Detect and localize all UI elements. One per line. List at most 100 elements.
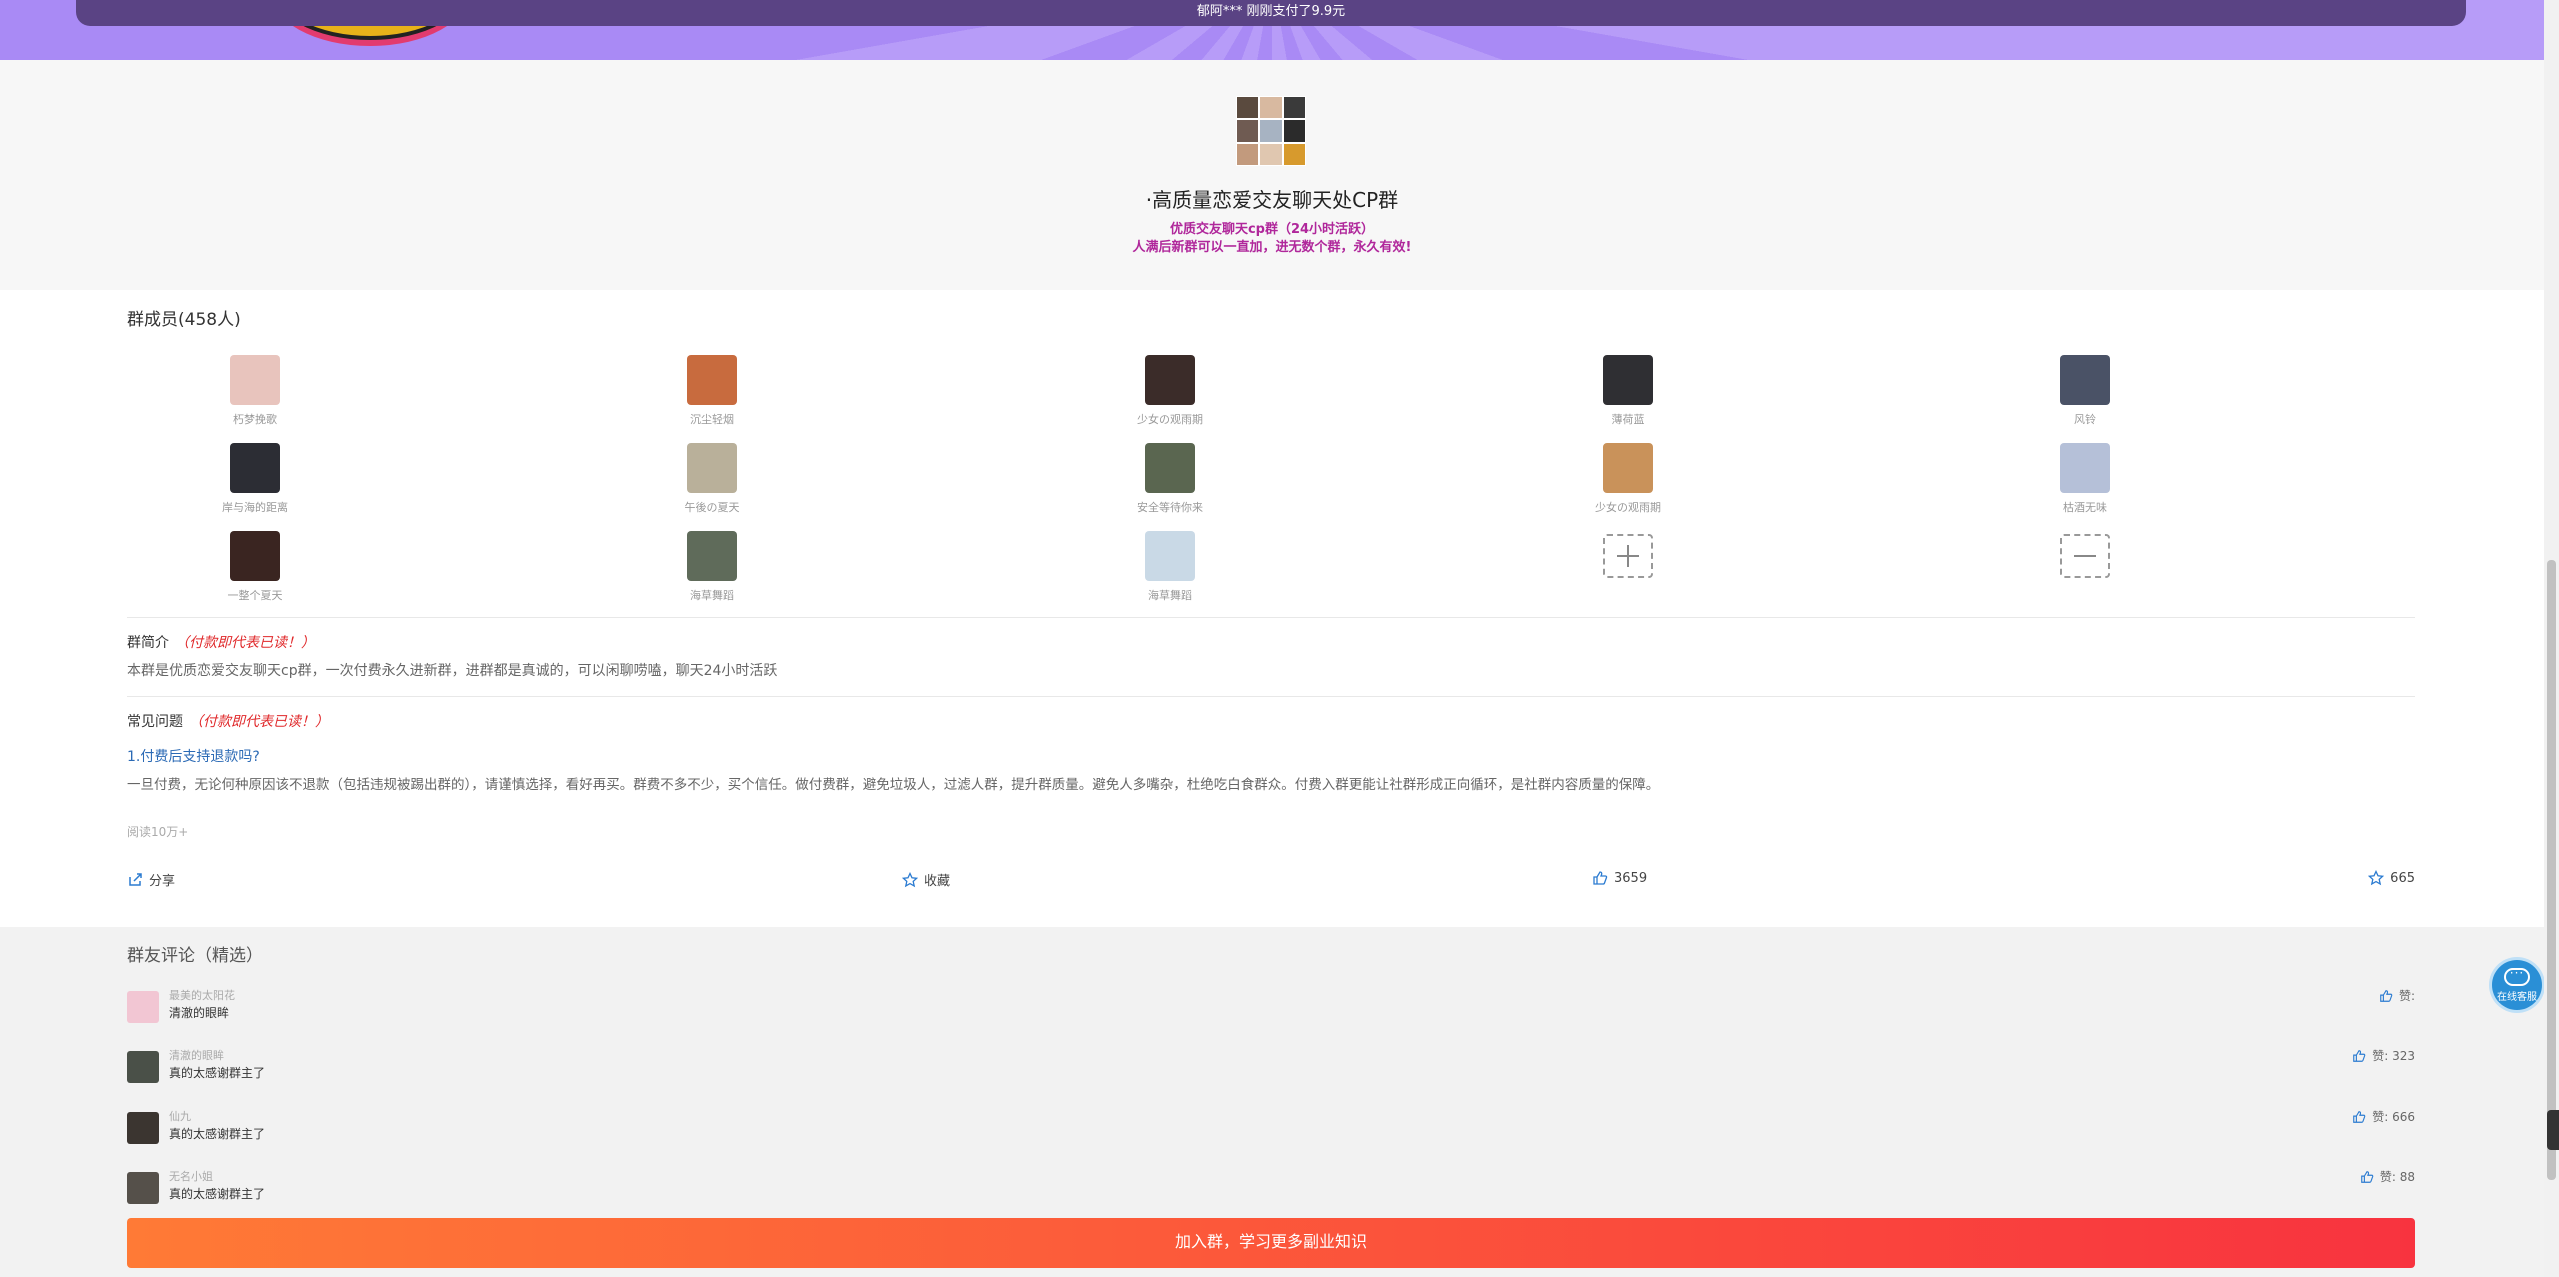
- member-item[interactable]: 少女の观雨期: [1528, 443, 1728, 515]
- members-title: 群成员(458人): [127, 310, 241, 330]
- star-count-button[interactable]: 665: [2368, 870, 2415, 886]
- group-avatar-tile: [1237, 97, 1259, 119]
- comment-like-button[interactable]: 赞: 323: [2352, 1047, 2415, 1064]
- group-avatar-tile: [1283, 143, 1305, 165]
- member-avatar: [1603, 443, 1653, 493]
- faq-question[interactable]: 1.付费后支持退款吗?: [127, 746, 260, 766]
- faq-label: 常见问题: [127, 714, 183, 730]
- member-item[interactable]: 风铃: [1985, 355, 2185, 427]
- plus-icon: [1603, 534, 1653, 578]
- member-avatar: [2060, 355, 2110, 405]
- member-avatar: [1145, 443, 1195, 493]
- group-subtitle: 优质交友聊天cp群（24小时活跃）: [1169, 222, 1375, 237]
- comment-like-count: 赞:: [2398, 989, 2415, 1003]
- group-title: ·高质量恋爱交友聊天处CP群: [1145, 188, 1399, 212]
- comment-like-button[interactable]: 赞: 666: [2352, 1108, 2415, 1125]
- member-item[interactable]: 海草舞蹈: [1070, 531, 1270, 603]
- member-avatar: [230, 355, 280, 405]
- thumbs-up-icon: [1593, 871, 1608, 885]
- group-avatar-tile: [1260, 97, 1282, 119]
- group-avatar-tile: [1260, 120, 1282, 142]
- commenter-avatar: [127, 991, 159, 1023]
- commenter-name: 无名小姐: [169, 1170, 213, 1183]
- intro-heading: 群简介 （付款即代表已读！）: [127, 632, 315, 652]
- group-avatar-tile: [1283, 120, 1305, 142]
- comment-item: 无名小姐 真的太感谢群主了 赞: 88: [127, 1168, 2415, 1208]
- member-item[interactable]: 朽梦挽歌: [155, 355, 355, 427]
- member-avatar: [687, 531, 737, 581]
- service-label: 在线客服: [2497, 992, 2537, 1003]
- member-avatar: [1145, 531, 1195, 581]
- commenter-name: 最美的太阳花: [169, 989, 235, 1002]
- payment-ticker: 郁阿*** 刚刚支付了9.9元: [76, 0, 2466, 26]
- group-avatar-tile: [1237, 120, 1259, 142]
- scrollbar-thumb[interactable]: [2547, 560, 2556, 1180]
- comment-item: 最美的太阳花 清澈的眼眸 赞:: [127, 987, 2415, 1027]
- star-icon: [902, 871, 918, 887]
- join-group-button[interactable]: 加入群，学习更多副业知识: [127, 1218, 2415, 1268]
- member-avatar: [1145, 355, 1195, 405]
- member-avatar: [687, 443, 737, 493]
- member-item[interactable]: 少女の观雨期: [1070, 355, 1270, 427]
- member-name: 安全等待你来: [1137, 501, 1203, 514]
- thumbs-up-icon: [2380, 989, 2393, 1002]
- member-item[interactable]: 安全等待你来: [1070, 443, 1270, 515]
- member-name: 薄荷蓝: [1611, 413, 1645, 426]
- commenter-name: 清澈的眼眸: [169, 1049, 224, 1062]
- group-subtitle-2: 人满后新群可以一直加，进无数个群，永久有效!: [1132, 240, 1412, 255]
- comment-like-button[interactable]: 赞:: [2379, 987, 2415, 1004]
- comment-item: 清澈的眼眸真的太感谢群主了 赞: 323: [127, 1047, 2415, 1087]
- comment-like-count: 赞: 88: [2379, 1170, 2415, 1184]
- member-item[interactable]: 岸与海的距离: [155, 443, 355, 515]
- action-bar: 分享 收藏 3659 665: [127, 870, 2415, 894]
- member-item[interactable]: 海草舞蹈: [612, 531, 812, 603]
- comment-like-button[interactable]: 赞: 88: [2360, 1168, 2415, 1185]
- member-item[interactable]: 一整个夏天: [155, 531, 355, 603]
- group-avatar-tile: [1260, 143, 1282, 165]
- member-name: 岸与海的距离: [222, 501, 288, 514]
- member-item[interactable]: 午後の夏天: [612, 443, 812, 515]
- member-avatar: [230, 443, 280, 493]
- comment-text: 真的太感谢群主了: [169, 1066, 266, 1080]
- divider: [127, 617, 2415, 618]
- divider: [127, 696, 2415, 697]
- minus-icon: [2060, 534, 2110, 578]
- comment-text: 真的太感谢群主了: [169, 1127, 266, 1141]
- share-button[interactable]: 分享: [127, 870, 175, 889]
- member-name: 枯酒无味: [2063, 501, 2107, 514]
- like-count: 3659: [1614, 870, 1648, 886]
- comment-like-count: 赞: 666: [2372, 1110, 2415, 1124]
- commenter-avatar: [127, 1112, 159, 1144]
- member-avatar: [1603, 355, 1653, 405]
- member-item[interactable]: 枯酒无味: [1985, 443, 2185, 515]
- member-item[interactable]: 薄荷蓝: [1528, 355, 1728, 427]
- remove-member-button[interactable]: [1985, 531, 2185, 578]
- member-name: 少女の观雨期: [1137, 413, 1203, 426]
- intro-label: 群简介: [127, 635, 169, 651]
- intro-note: （付款即代表已读！）: [175, 635, 315, 651]
- member-name: 风铃: [2074, 413, 2096, 426]
- like-button[interactable]: 3659: [1592, 870, 1647, 886]
- favorite-button[interactable]: 收藏: [902, 870, 950, 889]
- add-member-button[interactable]: [1528, 531, 1728, 578]
- group-avatar-tile: [1283, 97, 1305, 119]
- scrollbar[interactable]: [2544, 0, 2559, 1277]
- top-banner: 郁阿*** 刚刚支付了9.9元: [0, 0, 2544, 60]
- member-name: 海草舞蹈: [1148, 589, 1192, 602]
- page: 郁阿*** 刚刚支付了9.9元 ·高质量恋爱交友聊天处CP群 优质交友聊天cp群…: [0, 0, 2559, 1277]
- faq-answer: 一旦付费，无论何种原因该不退款（包括违规被踢出群的），请谨慎选择，看好再买。群费…: [127, 777, 1660, 793]
- member-name: 沉尘轻烟: [690, 413, 734, 426]
- member-item[interactable]: 沉尘轻烟: [612, 355, 812, 427]
- group-avatar: [1236, 96, 1306, 166]
- member-name: 少女の观雨期: [1595, 501, 1661, 514]
- share-label: 分享: [149, 874, 176, 889]
- online-service-button[interactable]: 在线客服: [2492, 960, 2542, 1010]
- member-name: 朽梦挽歌: [233, 413, 277, 426]
- commenter-name: 仙九: [169, 1110, 191, 1123]
- favorite-label: 收藏: [924, 874, 951, 889]
- faq-note: （付款即代表已读！）: [189, 714, 329, 730]
- side-tab[interactable]: [2547, 1110, 2559, 1150]
- chat-bubble-icon: [2504, 966, 2530, 986]
- share-icon: [129, 872, 142, 886]
- thumbs-up-icon: [2353, 1049, 2366, 1062]
